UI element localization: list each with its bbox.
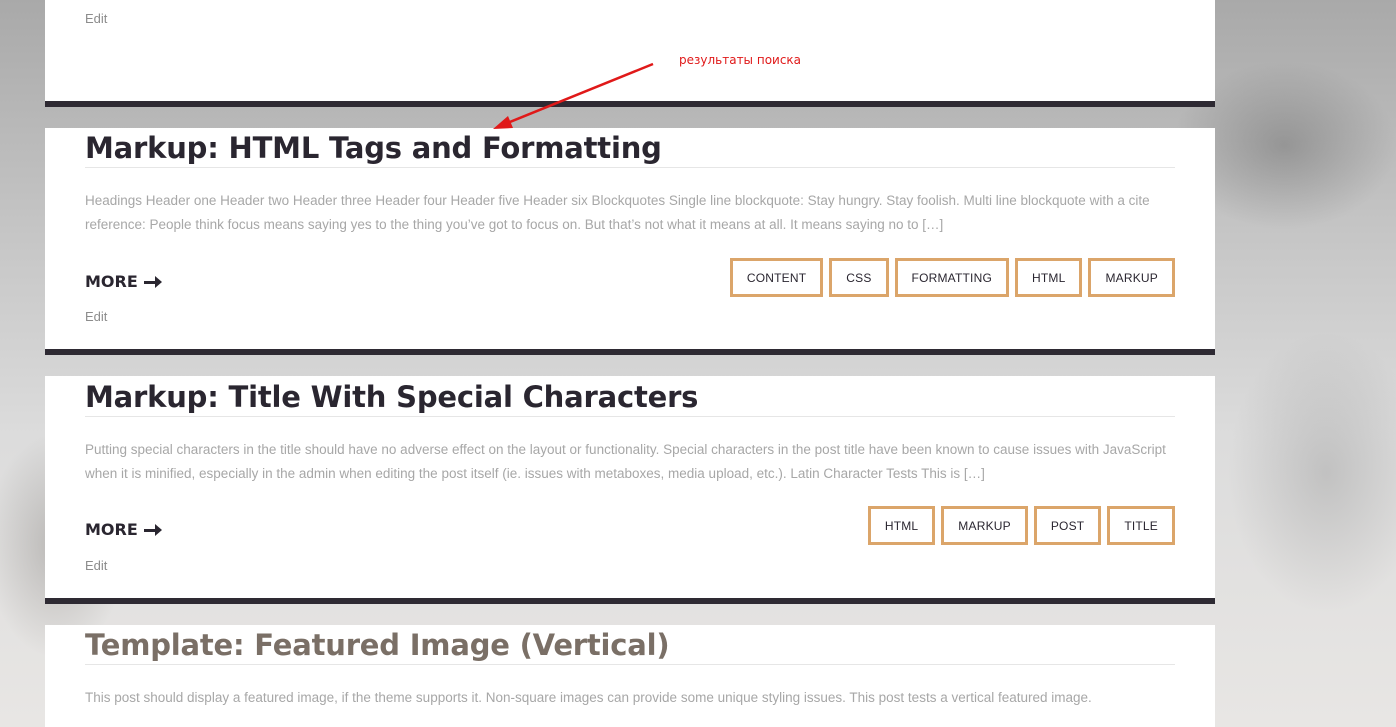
title-divider xyxy=(85,664,1175,665)
post-card: Template: Featured Image (Vertical) This… xyxy=(45,625,1215,727)
more-link[interactable]: MORE xyxy=(85,272,162,292)
card-separator xyxy=(45,349,1215,355)
title-divider xyxy=(85,167,1175,168)
post-title[interactable]: Markup: Title With Special Characters xyxy=(85,377,698,417)
title-divider xyxy=(85,416,1175,417)
card-separator xyxy=(45,101,1215,107)
tag-title[interactable]: TITLE xyxy=(1107,506,1175,545)
tag-content[interactable]: CONTENT xyxy=(729,258,824,297)
post-excerpt: Headings Header one Header two Header th… xyxy=(85,193,1150,232)
annotation-arrow-icon xyxy=(493,62,654,129)
arrow-right-icon xyxy=(143,276,162,288)
post-title[interactable]: Template: Featured Image (Vertical) xyxy=(85,625,670,665)
card-separator xyxy=(45,598,1215,604)
post-card-previous: Edit xyxy=(45,0,1215,101)
edit-link[interactable]: Edit xyxy=(85,558,107,574)
tag-list: HTML MARKUP POST TITLE xyxy=(867,506,1175,545)
tag-markup[interactable]: MARKUP xyxy=(1088,258,1175,297)
more-label: MORE xyxy=(85,520,138,539)
edit-link[interactable]: Edit xyxy=(85,11,107,27)
post-excerpt: Putting special characters in the title … xyxy=(85,442,1166,481)
more-link[interactable]: MORE xyxy=(85,520,162,540)
tag-post[interactable]: POST xyxy=(1033,506,1102,545)
arrow-right-icon xyxy=(143,524,162,536)
more-label: MORE xyxy=(85,272,138,291)
tag-css[interactable]: CSS xyxy=(829,258,889,297)
tag-html[interactable]: HTML xyxy=(867,506,936,545)
tag-formatting[interactable]: FORMATTING xyxy=(894,258,1009,297)
post-card: Markup: HTML Tags and Formatting Heading… xyxy=(45,128,1215,349)
tag-list: CONTENT CSS FORMATTING HTML MARKUP xyxy=(729,258,1175,297)
tag-markup[interactable]: MARKUP xyxy=(941,506,1028,545)
edit-link[interactable]: Edit xyxy=(85,309,107,325)
post-card: Markup: Title With Special Characters Pu… xyxy=(45,376,1215,598)
tag-html[interactable]: HTML xyxy=(1014,258,1083,297)
post-excerpt: This post should display a featured imag… xyxy=(85,690,1092,705)
annotation-label: результаты поиска xyxy=(679,53,802,67)
post-title[interactable]: Markup: HTML Tags and Formatting xyxy=(85,128,662,168)
